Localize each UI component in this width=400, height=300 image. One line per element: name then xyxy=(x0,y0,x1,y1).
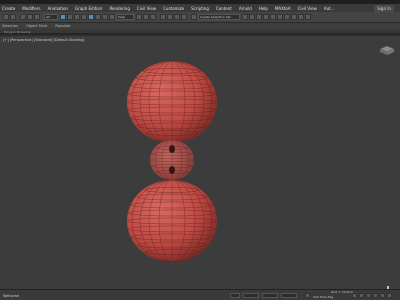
pivot-icon[interactable] xyxy=(136,14,142,20)
field-of-view-icon[interactable] xyxy=(373,293,378,298)
main-toolbar: All View Create Selection Set xyxy=(0,12,400,23)
window-crossing-icon[interactable] xyxy=(81,14,87,20)
menu-bar: Create Modifiers Animation Graph Editors… xyxy=(0,4,400,12)
menu-graph-editors[interactable]: Graph Editors xyxy=(75,6,102,11)
curve-editor-icon[interactable] xyxy=(270,14,276,20)
render-setup-icon[interactable] xyxy=(291,14,297,20)
pan-icon[interactable] xyxy=(366,293,371,298)
x-coord-field[interactable] xyxy=(243,293,259,298)
menu-modifiers[interactable]: Modifiers xyxy=(22,6,40,11)
status-bar: Welcome Grid = 10.0cm Add Time Tag xyxy=(0,289,400,300)
menu-maxtoa[interactable]: MAXtoA xyxy=(275,6,291,11)
rect-selection-icon[interactable] xyxy=(74,14,80,20)
align-icon[interactable] xyxy=(249,14,255,20)
lower-sphere[interactable] xyxy=(127,180,217,262)
select-object-icon[interactable] xyxy=(60,14,66,20)
menu-customize[interactable]: Customize xyxy=(163,6,184,11)
undo-icon[interactable] xyxy=(3,14,9,20)
link-icon[interactable] xyxy=(20,14,26,20)
time-tag-icon[interactable] xyxy=(305,293,310,298)
zoom-icon[interactable] xyxy=(352,293,357,298)
bind-icon[interactable] xyxy=(34,14,40,20)
select-by-name-icon[interactable] xyxy=(67,14,73,20)
placement-icon[interactable] xyxy=(109,14,115,20)
mirror-icon[interactable] xyxy=(242,14,248,20)
grid-size-label: Grid = 10.0cm xyxy=(331,290,353,294)
zoom-extents-icon[interactable] xyxy=(387,293,392,298)
viewcube-icon[interactable] xyxy=(378,44,396,56)
unlink-icon[interactable] xyxy=(27,14,33,20)
menu-more[interactable]: Aut... xyxy=(324,6,335,11)
toggle-ribbon-icon[interactable] xyxy=(263,14,269,20)
rotate-icon[interactable] xyxy=(95,14,101,20)
status-message: Welcome xyxy=(3,294,20,298)
add-time-tag-button[interactable]: Add Time Tag xyxy=(313,295,333,299)
ribbon-panel-label: Polygon Modeling xyxy=(4,30,31,34)
move-icon[interactable] xyxy=(88,14,94,20)
connector-hole-bottom xyxy=(169,166,175,174)
menu-animation[interactable]: Animation xyxy=(48,6,68,11)
menu-help[interactable]: Help xyxy=(259,6,268,11)
menu-content[interactable]: Content xyxy=(216,6,232,11)
menu-civil-view[interactable]: Civil View xyxy=(137,6,156,11)
schematic-view-icon[interactable] xyxy=(277,14,283,20)
snap-toggle-icon[interactable] xyxy=(160,14,166,20)
layer-explorer-icon[interactable] xyxy=(256,14,262,20)
selection-filter-dropdown[interactable]: All xyxy=(44,14,58,20)
percent-snap-icon[interactable] xyxy=(174,14,180,20)
connector-hole-top xyxy=(169,145,175,153)
render-icon[interactable] xyxy=(305,14,311,20)
tab-selection[interactable]: Selection xyxy=(2,24,18,28)
ribbon-panel: Polygon Modeling xyxy=(0,29,400,34)
select-manipulate-icon[interactable] xyxy=(143,14,149,20)
tab-object-paint[interactable]: Object Paint xyxy=(26,24,47,28)
y-coord-field[interactable] xyxy=(262,293,278,298)
middle-sphere[interactable] xyxy=(150,140,194,180)
angle-snap-icon[interactable] xyxy=(167,14,173,20)
menu-scripting[interactable]: Scripting xyxy=(191,6,209,11)
spinner-snap-icon[interactable] xyxy=(181,14,187,20)
menu-civil-view-2[interactable]: Civil View xyxy=(298,6,317,11)
perspective-viewport[interactable]: [+] [Perspective] [Standard] [Default Sh… xyxy=(0,36,400,294)
rendered-frame-icon[interactable] xyxy=(298,14,304,20)
z-coord-field[interactable] xyxy=(281,293,297,298)
menu-arnold[interactable]: Arnold xyxy=(239,6,252,11)
orbit-icon[interactable] xyxy=(359,293,364,298)
lock-selection-field[interactable] xyxy=(230,293,240,298)
menu-rendering[interactable]: Rendering xyxy=(109,6,129,11)
material-editor-icon[interactable] xyxy=(284,14,290,20)
tab-populate[interactable]: Populate xyxy=(55,24,70,28)
reference-coord-dropdown[interactable]: View xyxy=(116,14,134,20)
upper-sphere[interactable] xyxy=(127,61,217,143)
maximize-viewport-icon[interactable] xyxy=(380,293,385,298)
menu-create[interactable]: Create xyxy=(2,6,15,11)
scale-icon[interactable] xyxy=(102,14,108,20)
redo-icon[interactable] xyxy=(10,14,16,20)
sign-in-button[interactable]: Sign In xyxy=(374,5,394,12)
create-selection-set-field[interactable]: Create Selection Set xyxy=(198,14,240,20)
keyboard-shortcut-icon[interactable] xyxy=(150,14,156,20)
viewport-scene xyxy=(127,61,217,262)
edit-named-selection-icon[interactable] xyxy=(191,14,197,20)
